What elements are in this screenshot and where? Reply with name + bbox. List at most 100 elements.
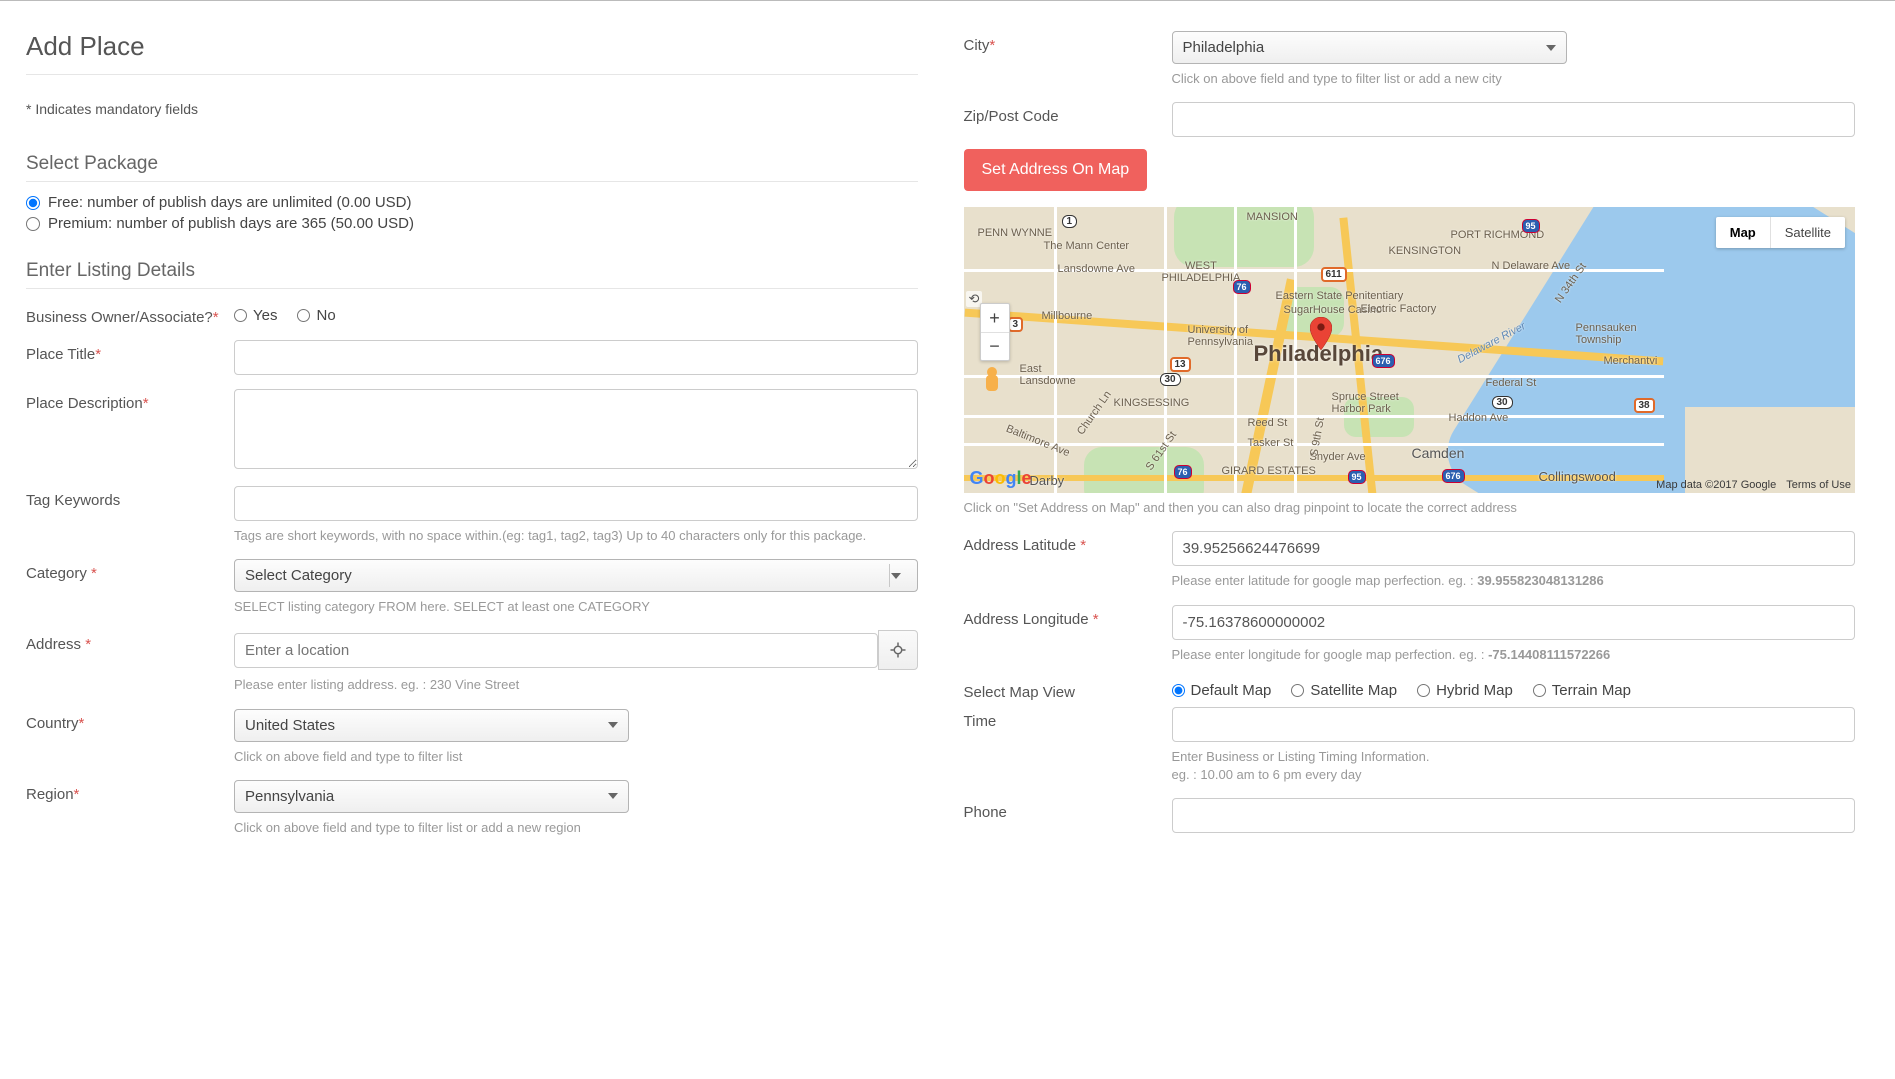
package-premium-option[interactable]: Premium: number of publish days are 365 …: [26, 213, 918, 234]
map-terms-link[interactable]: Terms of Use: [1786, 479, 1851, 491]
mandatory-note: * Indicates mandatory fields: [26, 93, 918, 127]
region-label: Region: [26, 786, 74, 803]
country-select[interactable]: United States: [234, 709, 629, 742]
zip-input[interactable]: [1172, 102, 1856, 137]
map-poi-label: Baltimore Ave: [1004, 423, 1071, 459]
required-marker: *: [1093, 611, 1099, 628]
city-selected-value: Philadelphia: [1183, 39, 1265, 56]
set-address-button[interactable]: Set Address On Map: [964, 149, 1148, 191]
map-poi-label: Haddon Ave: [1449, 412, 1509, 424]
place-title-input[interactable]: [234, 340, 918, 375]
category-selected-value: Select Category: [245, 567, 352, 584]
map-type-satellite[interactable]: Satellite: [1770, 217, 1845, 248]
city-select[interactable]: Philadelphia: [1172, 31, 1567, 64]
latitude-help: Please enter latitude for google map per…: [1172, 572, 1856, 590]
map-type-control[interactable]: Map Satellite: [1716, 217, 1845, 248]
owner-no-radio[interactable]: [297, 309, 310, 322]
tag-keywords-help: Tags are short keywords, with no space w…: [234, 527, 918, 545]
mapview-satellite-radio[interactable]: [1291, 684, 1304, 697]
map-poi-label: N Delaware Ave: [1492, 260, 1571, 272]
map-poi-label: KENSINGTON: [1389, 245, 1462, 257]
mapview-terrain-radio[interactable]: [1533, 684, 1546, 697]
geolocate-button[interactable]: [878, 630, 918, 670]
map-poi-label: MANSION: [1247, 211, 1298, 223]
map-route-badge: 30: [1160, 373, 1181, 386]
map-route-badge: 76: [1233, 280, 1251, 294]
map-route-badge: 676: [1372, 354, 1395, 368]
region-selected-value: Pennsylvania: [245, 788, 334, 805]
country-label: Country: [26, 715, 79, 732]
map-route-badge: 611: [1321, 267, 1347, 282]
map-poi-label: PENN WYNNE: [978, 227, 1053, 239]
page-title: Add Place: [26, 31, 918, 75]
map-poi-label: The Mann Center: [1044, 240, 1130, 252]
map-poi-label: Merchantvi: [1604, 355, 1658, 367]
required-marker: *: [85, 636, 91, 653]
zip-label: Zip/Post Code: [964, 108, 1059, 125]
owner-yes-radio[interactable]: [234, 309, 247, 322]
mapview-satellite-option[interactable]: Satellite Map: [1291, 682, 1397, 699]
required-marker: *: [989, 37, 995, 54]
address-input[interactable]: [234, 633, 878, 668]
package-free-option[interactable]: Free: number of publish days are unlimit…: [26, 192, 918, 213]
map-route-badge: 1: [1062, 215, 1078, 228]
owner-no-label: No: [316, 307, 335, 324]
place-description-input[interactable]: [234, 389, 918, 469]
map-route-badge: 95: [1348, 470, 1366, 484]
longitude-input[interactable]: [1172, 605, 1856, 640]
region-select[interactable]: Pennsylvania: [234, 780, 629, 813]
owner-yes-label: Yes: [253, 307, 277, 324]
mapview-satellite-label: Satellite Map: [1310, 682, 1397, 699]
map-poi-label: Lansdowne Ave: [1058, 263, 1135, 275]
mapview-hybrid-radio[interactable]: [1417, 684, 1430, 697]
owner-yes-option[interactable]: Yes: [234, 307, 277, 324]
crosshair-icon: [889, 641, 907, 659]
time-label: Time: [964, 713, 997, 730]
phone-input[interactable]: [1172, 798, 1856, 833]
map-poi-label: Electric Factory: [1361, 303, 1437, 315]
pegman-icon[interactable]: [982, 367, 1002, 395]
latitude-label: Address Latitude: [964, 537, 1077, 554]
map-poi-label: WEST PHILADELPHIA: [1162, 260, 1241, 284]
package-premium-radio[interactable]: [26, 217, 40, 231]
time-input[interactable]: [1172, 707, 1856, 742]
category-label: Category: [26, 565, 87, 582]
mapview-default-radio[interactable]: [1172, 684, 1185, 697]
owner-no-option[interactable]: No: [297, 307, 335, 324]
map-poi-label: East Lansdowne: [1020, 363, 1076, 387]
map-poi-label: Darby: [1030, 473, 1065, 488]
required-marker: *: [213, 309, 219, 326]
map-route-badge: 95: [1522, 219, 1540, 233]
map-route-badge: 30: [1492, 396, 1513, 409]
latitude-input[interactable]: [1172, 531, 1856, 566]
required-marker: *: [1080, 537, 1086, 554]
place-title-label: Place Title: [26, 346, 95, 363]
map-route-badge: 676: [1442, 469, 1465, 483]
zoom-in-button[interactable]: +: [981, 304, 1009, 332]
mapview-hybrid-option[interactable]: Hybrid Map: [1417, 682, 1513, 699]
region-help: Click on above field and type to filter …: [234, 819, 918, 837]
zoom-out-button[interactable]: −: [981, 332, 1009, 360]
map-type-map[interactable]: Map: [1716, 217, 1770, 248]
package-free-radio[interactable]: [26, 196, 40, 210]
place-description-label: Place Description: [26, 395, 143, 412]
mapview-terrain-option[interactable]: Terrain Map: [1533, 682, 1631, 699]
map-poi-label: Eastern State Penitentiary: [1276, 290, 1404, 302]
map-poi-label: Millbourne: [1042, 310, 1093, 322]
map-poi-label: Collingswood: [1539, 469, 1616, 484]
map-route-badge: 76: [1174, 465, 1192, 479]
section-select-package: Select Package: [26, 153, 918, 182]
map-canvas[interactable]: Philadelphia PENN WYNNE MANSION PORT RIC…: [964, 207, 1856, 493]
map-poi-label: Tasker St: [1248, 437, 1294, 449]
map-pin-icon[interactable]: [1310, 317, 1332, 351]
category-select[interactable]: Select Category: [234, 559, 918, 592]
map-container[interactable]: Philadelphia PENN WYNNE MANSION PORT RIC…: [964, 207, 1856, 493]
mapview-default-option[interactable]: Default Map: [1172, 682, 1272, 699]
mapview-label: Select Map View: [964, 684, 1075, 701]
mapview-terrain-label: Terrain Map: [1552, 682, 1631, 699]
package-premium-label: Premium: number of publish days are 365 …: [48, 215, 414, 232]
map-route-badge: 3: [1008, 317, 1024, 332]
required-marker: *: [143, 395, 149, 412]
chevron-down-icon: [608, 793, 618, 799]
tag-keywords-input[interactable]: [234, 486, 918, 521]
